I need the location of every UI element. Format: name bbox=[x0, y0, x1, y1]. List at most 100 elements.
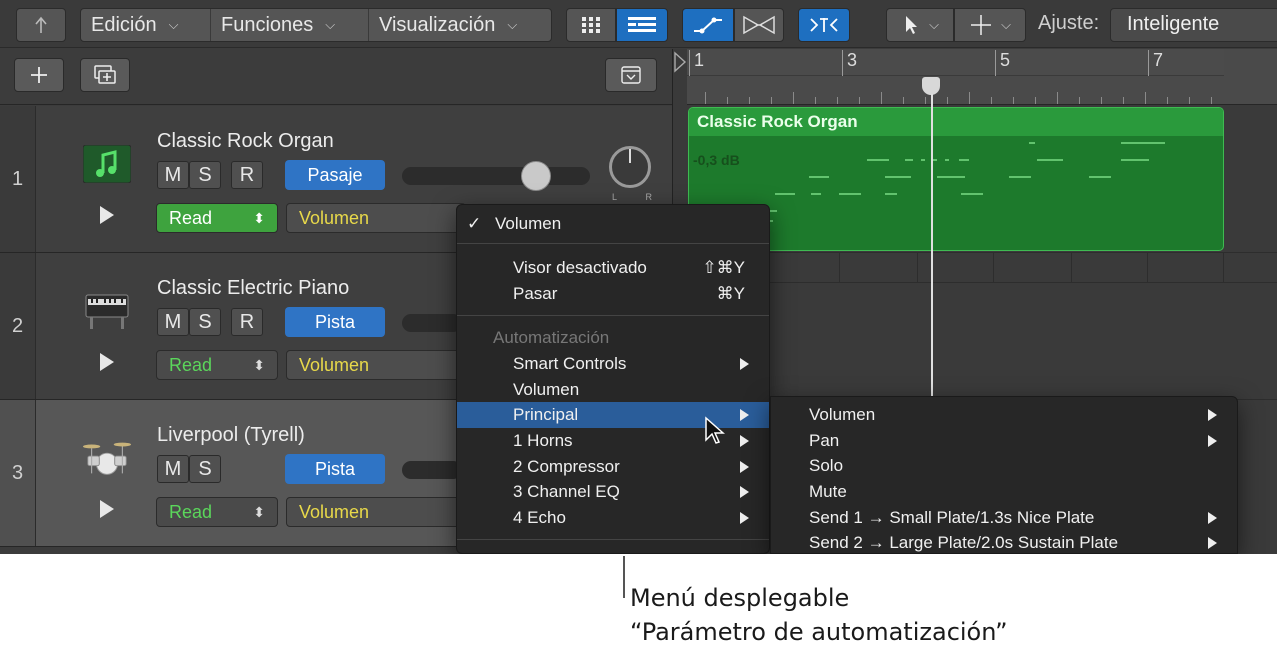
menu-section-automatizacion: Automatización bbox=[493, 328, 610, 347]
ruler-tick bbox=[991, 97, 992, 104]
volume-slider[interactable] bbox=[402, 314, 462, 332]
ruler-tick bbox=[903, 97, 904, 104]
automation-mode-select[interactable]: Read ⬍ bbox=[156, 203, 278, 233]
grid-line bbox=[1147, 253, 1148, 282]
menu-item-echo[interactable]: 4 Echo bbox=[457, 505, 769, 531]
ruler-tick bbox=[1123, 97, 1124, 104]
menu-item-compressor[interactable]: 2 Compressor bbox=[457, 454, 769, 480]
menu-item-visor-desactivado[interactable]: Visor desactivado ⇧⌘Y bbox=[457, 255, 769, 281]
bar-number: 5 bbox=[995, 50, 1010, 76]
updown-chevron-icon: ⬍ bbox=[253, 356, 265, 373]
pointer-icon bbox=[906, 16, 918, 34]
play-icon[interactable] bbox=[100, 353, 114, 371]
record-enable-button[interactable]: R bbox=[231, 161, 263, 189]
ruler-tick bbox=[793, 92, 794, 104]
bar-number: 7 bbox=[1148, 50, 1163, 76]
grid-line bbox=[839, 253, 840, 282]
automation-button[interactable] bbox=[682, 8, 734, 42]
lane-divider bbox=[687, 282, 1277, 283]
region-name: Classic Rock Organ bbox=[689, 108, 1223, 136]
marquee-tool-button[interactable]: ⌵ bbox=[954, 8, 1026, 42]
menu-item-pasar[interactable]: Pasar ⌘Y bbox=[457, 281, 769, 307]
volume-slider[interactable] bbox=[402, 461, 462, 479]
track-name[interactable]: Classic Rock Organ bbox=[157, 130, 334, 153]
solo-button[interactable]: S bbox=[189, 455, 221, 483]
volume-slider-knob[interactable] bbox=[521, 161, 551, 191]
record-enable-button[interactable]: R bbox=[231, 308, 263, 336]
menu-edicion[interactable]: Edición ⌵ bbox=[81, 9, 211, 41]
solo-button[interactable]: S bbox=[189, 161, 221, 189]
new-track-with-duplicate-button[interactable] bbox=[80, 58, 130, 92]
track-name[interactable]: Classic Electric Piano bbox=[157, 277, 349, 300]
grid-line bbox=[917, 253, 918, 282]
list-icon bbox=[628, 17, 656, 32]
pan-knob[interactable] bbox=[609, 146, 651, 188]
grid-view-button[interactable] bbox=[566, 8, 616, 42]
volume-slider[interactable] bbox=[402, 167, 590, 185]
back-button[interactable] bbox=[16, 8, 66, 42]
submenu-item-solo[interactable]: Solo bbox=[771, 453, 1237, 479]
automation-parameter-select[interactable]: Volumen bbox=[286, 497, 466, 527]
automation-scope-button[interactable]: Pista bbox=[285, 454, 385, 484]
menu-item-volumen-checked[interactable]: ✓ Volumen bbox=[457, 211, 769, 237]
automation-parameter-select[interactable]: Volumen bbox=[286, 350, 466, 380]
ruler-tick bbox=[1189, 97, 1190, 104]
catch-button[interactable] bbox=[798, 8, 850, 42]
menu-item-volumen[interactable]: Volumen bbox=[457, 377, 769, 403]
add-track-button[interactable] bbox=[14, 58, 64, 92]
ruler-tick bbox=[1167, 97, 1168, 104]
flex-button[interactable] bbox=[734, 8, 784, 42]
automation-scope-button[interactable]: Pasaje bbox=[285, 160, 385, 190]
menu-separator bbox=[457, 315, 769, 316]
playhead-handle[interactable] bbox=[922, 77, 940, 95]
grid-line bbox=[1071, 253, 1072, 282]
menu-item-smart-controls[interactable]: Smart Controls bbox=[457, 351, 769, 377]
menu-bar: Edición ⌵ Funciones ⌵ Visualización ⌵ bbox=[80, 8, 552, 42]
chevron-down-icon: ⌵ bbox=[507, 17, 518, 32]
caption-line-1: Menú desplegable bbox=[630, 584, 850, 612]
list-view-button[interactable] bbox=[616, 8, 668, 42]
submenu-item-mute[interactable]: Mute bbox=[771, 479, 1237, 505]
submenu-item-send-2[interactable]: Send 2 → Large Plate/2.0s Sustain Plate bbox=[771, 530, 1237, 554]
mute-button[interactable]: M bbox=[157, 161, 189, 189]
region-level: -0,3 dB bbox=[693, 152, 740, 168]
automation-mode-select[interactable]: Read ⬍ bbox=[156, 350, 278, 380]
submenu-arrow-icon bbox=[1208, 435, 1217, 447]
chevron-down-icon: ⌵ bbox=[929, 17, 939, 32]
ruler-expand-icon[interactable] bbox=[673, 51, 687, 73]
mute-button[interactable]: M bbox=[157, 308, 189, 336]
menu-separator bbox=[457, 539, 769, 540]
automation-scope-button[interactable]: Pista bbox=[285, 307, 385, 337]
snap-dropdown[interactable]: Inteligente bbox=[1110, 8, 1277, 42]
playhead bbox=[931, 94, 933, 444]
automation-mode-select[interactable]: Read ⬍ bbox=[156, 497, 278, 527]
ruler-tick bbox=[881, 92, 882, 104]
solo-button[interactable]: S bbox=[189, 308, 221, 336]
menu-visualizacion[interactable]: Visualización ⌵ bbox=[369, 9, 551, 41]
crosshair-icon bbox=[971, 15, 992, 35]
ruler-tick bbox=[705, 92, 706, 104]
menu-funciones[interactable]: Funciones ⌵ bbox=[211, 9, 369, 41]
ruler[interactable]: 1 3 5 7 bbox=[687, 49, 1277, 105]
submenu-arrow-icon bbox=[740, 358, 749, 370]
play-icon[interactable] bbox=[100, 500, 114, 518]
grid-icon bbox=[582, 17, 600, 33]
submenu-item-send-1[interactable]: Send 1 → Small Plate/1.3s Nice Plate bbox=[771, 505, 1237, 531]
drum-kit-icon bbox=[82, 436, 132, 480]
stage: Edición ⌵ Funciones ⌵ Visualización ⌵ ⌵ ⌵ A… bbox=[0, 0, 1277, 654]
logic-window: Edición ⌵ Funciones ⌵ Visualización ⌵ ⌵ ⌵ A… bbox=[0, 0, 1277, 554]
pointer-tool-button[interactable]: ⌵ bbox=[886, 8, 954, 42]
mute-button[interactable]: M bbox=[157, 455, 189, 483]
menu-item-channel-eq[interactable]: 3 Channel EQ bbox=[457, 479, 769, 505]
global-tracks-button[interactable] bbox=[605, 58, 657, 92]
submenu-item-volumen[interactable]: Volumen bbox=[771, 402, 1237, 428]
back-arrow-icon bbox=[35, 16, 47, 33]
play-icon[interactable] bbox=[100, 206, 114, 224]
submenu-item-pan[interactable]: Pan bbox=[771, 428, 1237, 454]
principal-submenu: Volumen Pan Solo Mute Send 1 → Small Pla… bbox=[770, 396, 1238, 554]
automation-parameter-select[interactable]: Volumen bbox=[286, 203, 466, 233]
callout-line bbox=[623, 556, 625, 598]
track-name[interactable]: Liverpool (Tyrell) bbox=[157, 424, 305, 447]
submenu-arrow-icon bbox=[740, 486, 749, 498]
ruler-tick bbox=[727, 97, 728, 104]
